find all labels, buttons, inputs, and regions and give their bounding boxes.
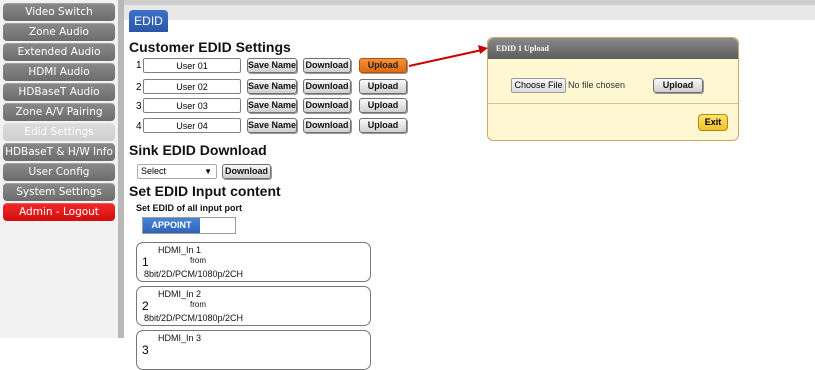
save-name-button-1[interactable]: Save Name [247, 58, 297, 73]
download-button-1[interactable]: Download [303, 58, 351, 73]
file-status-text: No file chosen [568, 80, 626, 90]
port-name: HDMI_In 2 [158, 289, 202, 299]
input-port-card: 3 HDMI_In 3 [136, 330, 371, 370]
sidebar-item-zone-av-pairing[interactable]: Zone A/V Pairing [3, 103, 115, 121]
port-number: 1 [142, 255, 149, 269]
dialog-title: EDID 1 Upload [488, 38, 738, 59]
port-edid-spec: 8bit/2D/PCM/1080p/2CH [144, 313, 244, 323]
save-name-button-3[interactable]: Save Name [247, 98, 297, 113]
save-name-button-4[interactable]: Save Name [247, 118, 297, 133]
dialog-divider [488, 103, 738, 104]
edid-name-input-3[interactable]: User 03 [143, 98, 241, 113]
set-edid-title: Set EDID Input content [129, 183, 281, 199]
download-button-4[interactable]: Download [303, 118, 351, 133]
port-name: HDMI_In 1 [158, 245, 202, 255]
upload-button-3[interactable]: Upload [359, 98, 407, 113]
dialog-exit-button[interactable]: Exit [698, 114, 728, 131]
sidebar-item-admin-logout[interactable]: Admin - Logout [3, 203, 115, 221]
dialog-upload-button[interactable]: Upload [653, 78, 703, 93]
appoint-toggle-label: APPOINT [143, 218, 200, 233]
sink-edid-select-value: Select [141, 166, 167, 176]
upload-button-2[interactable]: Upload [359, 79, 407, 94]
chevron-down-icon: ▼ [204, 167, 212, 176]
port-edid-spec: 8bit/2D/PCM/1080p/2CH [144, 269, 244, 279]
sidebar-item-system-settings[interactable]: System Settings [3, 183, 115, 201]
customer-edid-title: Customer EDID Settings [129, 39, 291, 55]
port-from: from [190, 300, 206, 309]
sink-edid-title: Sink EDID Download [129, 142, 267, 158]
sidebar-item-extended-audio[interactable]: Extended Audio [3, 43, 115, 61]
sidebar-item-hdbaset-audio[interactable]: HDBaseT Audio [3, 83, 115, 101]
set-edid-subtitle: Set EDID of all input port [136, 203, 242, 213]
upload-button-4[interactable]: Upload [359, 118, 407, 133]
edid-upload-dialog: EDID 1 Upload Choose File No file chosen… [487, 37, 739, 141]
choose-file-button[interactable]: Choose File [511, 78, 566, 93]
tab-edid[interactable]: EDID [129, 10, 168, 32]
download-button-2[interactable]: Download [303, 79, 351, 94]
sidebar-item-zone-audio[interactable]: Zone Audio [3, 23, 115, 41]
upload-button-1[interactable]: Upload [359, 58, 407, 73]
sidebar-item-hdbaset-hw-info[interactable]: HDBaseT & H/W Info [3, 143, 115, 161]
edid-name-input-2[interactable]: User 02 [143, 79, 241, 94]
sidebar-item-video-switch[interactable]: Video Switch [3, 3, 115, 21]
sidebar-item-edid-settings[interactable]: Edid Settings [3, 123, 115, 141]
input-port-card: 1 HDMI_In 1 from 8bit/2D/PCM/1080p/2CH [136, 242, 371, 282]
port-from: from [190, 256, 206, 265]
sidebar-item-hdmi-audio[interactable]: HDMI Audio [3, 63, 115, 81]
port-number: 3 [142, 343, 149, 357]
sink-download-button[interactable]: Download [222, 164, 271, 179]
edid-name-input-1[interactable]: User 01 [143, 58, 241, 73]
download-button-3[interactable]: Download [303, 98, 351, 113]
save-name-button-2[interactable]: Save Name [247, 79, 297, 94]
appoint-toggle[interactable]: APPOINT [142, 217, 236, 234]
sidebar-item-user-config[interactable]: User Config [3, 163, 115, 181]
port-name: HDMI_In 3 [158, 333, 202, 343]
edid-name-input-4[interactable]: User 04 [143, 118, 241, 133]
sink-edid-select[interactable]: Select ▼ [137, 164, 217, 179]
sidebar: Video Switch Zone Audio Extended Audio H… [0, 0, 119, 338]
input-port-card: 2 HDMI_In 2 from 8bit/2D/PCM/1080p/2CH [136, 286, 371, 326]
port-number: 2 [142, 299, 149, 313]
